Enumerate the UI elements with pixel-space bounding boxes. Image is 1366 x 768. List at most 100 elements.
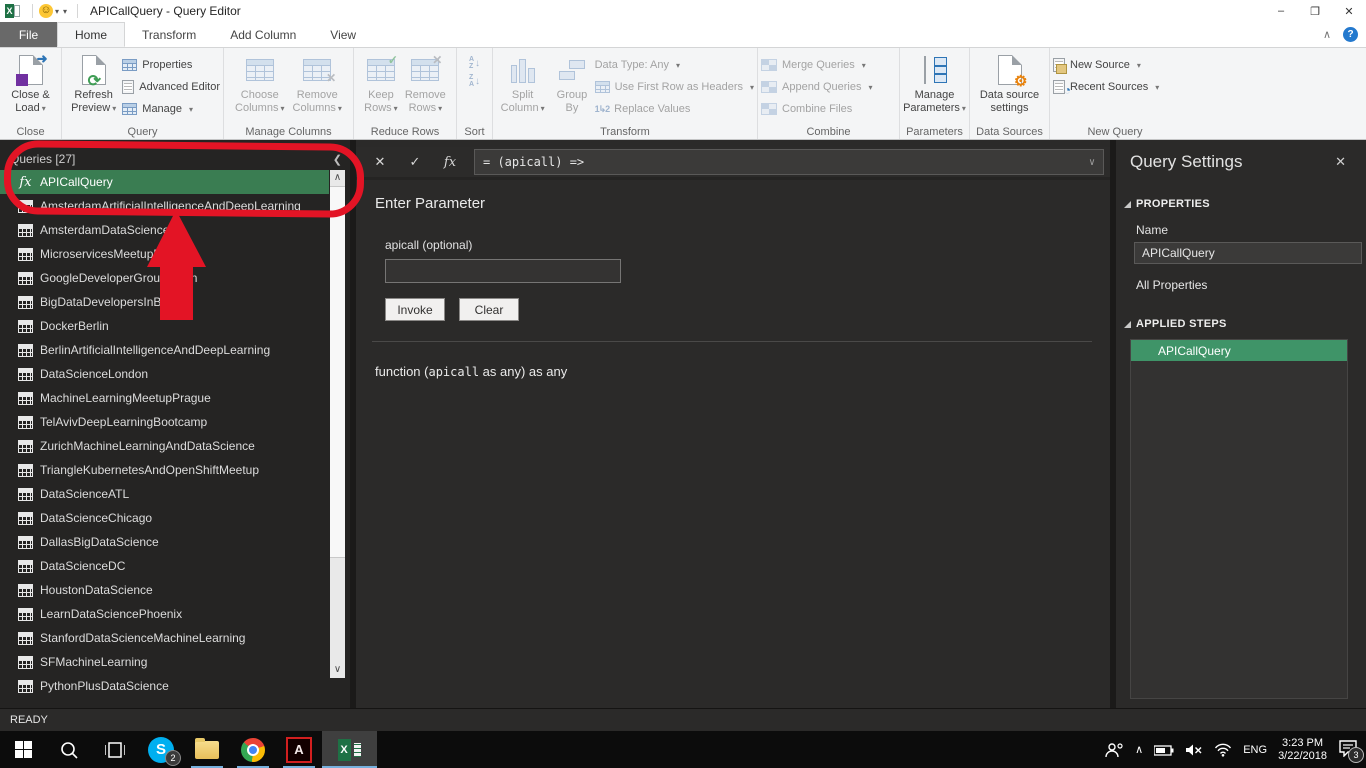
- expander-icon: [1124, 320, 1131, 328]
- refresh-preview-button[interactable]: ⟳ Refresh Preview ▾: [65, 51, 122, 115]
- formula-fx-icon[interactable]: fx: [439, 155, 461, 170]
- people-icon[interactable]: [1104, 742, 1124, 758]
- apicall-input[interactable]: [385, 259, 621, 283]
- action-center-button[interactable]: 3: [1338, 739, 1364, 763]
- scrollbar-down-icon[interactable]: ∨: [330, 662, 345, 678]
- use-first-row-as-headers-button[interactable]: Use First Row as Headers ▾: [594, 76, 754, 98]
- query-list-item[interactable]: MachineLearningMeetupPrague: [0, 386, 329, 410]
- formula-expand-icon[interactable]: ∨: [1089, 157, 1095, 168]
- query-list-item[interactable]: AmsterdamArtificialIntelligenceAndDeepLe…: [0, 194, 329, 218]
- manage-parameters-button[interactable]: Manage Parameters ▾: [903, 51, 966, 115]
- query-list-item[interactable]: StanfordDataScienceMachineLearning: [0, 626, 329, 650]
- query-list-item[interactable]: DataScienceATL: [0, 482, 329, 506]
- clock[interactable]: 3:23 PM 3/22/2018: [1278, 737, 1327, 763]
- data-source-settings-button[interactable]: ⚙ Data source settings: [980, 51, 1039, 115]
- tray-expand-icon[interactable]: ∧: [1135, 743, 1143, 756]
- formula-input[interactable]: = (apicall) => ∨: [474, 149, 1104, 175]
- query-list-item[interactable]: TriangleKubernetesAndOpenShiftMeetup: [0, 458, 329, 482]
- query-list-item[interactable]: BigDataDevelopersInBerlin: [0, 290, 329, 314]
- skype-button[interactable]: S 2: [138, 731, 184, 768]
- properties-section-header[interactable]: PROPERTIES: [1124, 198, 1366, 210]
- applied-step-item[interactable]: APICallQuery: [1131, 340, 1347, 361]
- ribbon-group-manage-columns: Choose Columns ▾ ✕ Remove Columns ▾ Manage…: [224, 47, 354, 139]
- formula-commit-icon[interactable]: ✓: [404, 154, 426, 170]
- query-list-item[interactable]: ZurichMachineLearningAndDataScience: [0, 434, 329, 458]
- queries-scrollbar[interactable]: ∧ ∨: [330, 170, 345, 678]
- task-view-button[interactable]: [92, 731, 138, 768]
- query-list-item[interactable]: BerlinArtificialIntelligenceAndDeepLearn…: [0, 338, 329, 362]
- query-list-item[interactable]: DallasBigDataScience: [0, 530, 329, 554]
- restore-button[interactable]: ❐: [1298, 5, 1332, 18]
- query-list-item[interactable]: SFMachineLearning: [0, 650, 329, 674]
- sort-descending-button[interactable]: Z A ↓: [469, 72, 480, 90]
- keep-rows-icon: ✓: [366, 54, 398, 81]
- query-list-item[interactable]: DataScienceChicago: [0, 506, 329, 530]
- query-list-item[interactable]: AmsterdamDataScience: [0, 218, 329, 242]
- query-list-item[interactable]: MicroservicesMeetupBerlin: [0, 242, 329, 266]
- chrome-button[interactable]: [230, 731, 276, 768]
- collapse-ribbon-icon[interactable]: ∧: [1323, 28, 1331, 41]
- choose-columns-button[interactable]: Choose Columns ▾: [235, 51, 284, 115]
- data-type-button[interactable]: Data Type: Any ▾: [595, 54, 754, 76]
- remove-columns-button[interactable]: ✕ Remove Columns ▾: [293, 51, 342, 115]
- split-column-button[interactable]: Split Column ▾: [496, 51, 549, 115]
- remove-rows-button[interactable]: ✕ Remove Rows ▾: [405, 51, 446, 115]
- scrollbar-up-icon[interactable]: ∧: [330, 170, 345, 186]
- invoke-button[interactable]: Invoke: [385, 298, 445, 321]
- tab-home[interactable]: Home: [57, 22, 126, 47]
- formula-cancel-icon[interactable]: ✕: [369, 154, 391, 170]
- minimize-button[interactable]: –: [1264, 5, 1298, 18]
- battery-icon[interactable]: [1154, 744, 1174, 756]
- tab-file[interactable]: File: [0, 22, 57, 47]
- applied-steps-section-header[interactable]: APPLIED STEPS: [1124, 318, 1366, 330]
- query-list-item[interactable]: HoustonDataScience: [0, 578, 329, 602]
- sort-ascending-button[interactable]: A Z ↓: [469, 54, 480, 72]
- close-and-load-button[interactable]: ➜ Close & Load ▾: [11, 51, 50, 115]
- query-name: DataScienceChicago: [40, 511, 153, 525]
- query-list-item[interactable]: fx APICallQuery: [0, 170, 329, 194]
- query-name-input[interactable]: [1134, 242, 1362, 264]
- append-queries-button[interactable]: Append Queries ▾: [761, 76, 873, 98]
- keep-rows-button[interactable]: ✓ Keep Rows ▾: [364, 51, 398, 115]
- acrobat-button[interactable]: A: [276, 731, 322, 768]
- clear-button[interactable]: Clear: [459, 298, 519, 321]
- replace-values-button[interactable]: 1↳2 Replace Values: [595, 98, 754, 120]
- close-settings-icon[interactable]: ✕: [1335, 154, 1346, 170]
- merge-queries-button[interactable]: Merge Queries ▾: [761, 54, 873, 76]
- group-by-button[interactable]: Group By: [549, 51, 594, 115]
- query-list-item[interactable]: GoogleDeveloperGroupBerlin: [0, 266, 329, 290]
- collapse-queries-panel-icon[interactable]: ❮: [333, 153, 342, 166]
- excel-taskbar-button[interactable]: X: [322, 731, 377, 768]
- wifi-icon[interactable]: [1214, 743, 1232, 757]
- tab-view[interactable]: View: [313, 22, 373, 47]
- quick-access-customize-icon[interactable]: ▾: [63, 7, 67, 16]
- query-list-item[interactable]: TelAvivDeepLearningBootcamp: [0, 410, 329, 434]
- scrollbar-thumb[interactable]: [330, 186, 345, 558]
- combine-files-button[interactable]: Combine Files: [761, 98, 873, 120]
- tab-transform[interactable]: Transform: [125, 22, 213, 47]
- query-list-item[interactable]: DataScienceLondon: [0, 362, 329, 386]
- query-list-item[interactable]: LearnDataSciencePhoenix: [0, 602, 329, 626]
- query-list-item[interactable]: DockerBerlin: [0, 314, 329, 338]
- query-list-item[interactable]: DataScienceDC: [0, 554, 329, 578]
- volume-muted-icon[interactable]: [1185, 743, 1203, 757]
- search-button[interactable]: [46, 731, 92, 768]
- advanced-editor-button[interactable]: Advanced Editor: [122, 76, 220, 98]
- new-source-button[interactable]: New Source ▾: [1053, 54, 1159, 76]
- workspace: Queries [27] ❮ fx APICallQuery AmsterdamAr…: [0, 140, 1366, 708]
- tab-add-column[interactable]: Add Column: [213, 22, 313, 47]
- manage-button[interactable]: Manage ▾: [122, 98, 220, 120]
- excel-app-icon: X: [5, 4, 20, 18]
- formula-text: = (apicall) =>: [483, 155, 585, 169]
- smiley-dropdown-icon[interactable]: ▾: [55, 7, 59, 16]
- close-button[interactable]: ✕: [1332, 5, 1366, 18]
- all-properties-link[interactable]: All Properties: [1136, 278, 1366, 292]
- recent-sources-button[interactable]: ◔ Recent Sources ▾: [1053, 76, 1159, 98]
- help-icon[interactable]: ?: [1343, 27, 1358, 42]
- file-explorer-button[interactable]: [184, 731, 230, 768]
- query-list-item[interactable]: PythonPlusDataScience: [0, 674, 329, 698]
- language-indicator[interactable]: ENG: [1243, 744, 1267, 756]
- start-button[interactable]: [0, 731, 46, 768]
- properties-button[interactable]: Properties: [122, 54, 220, 76]
- feedback-smiley-icon[interactable]: ☺: [39, 4, 53, 18]
